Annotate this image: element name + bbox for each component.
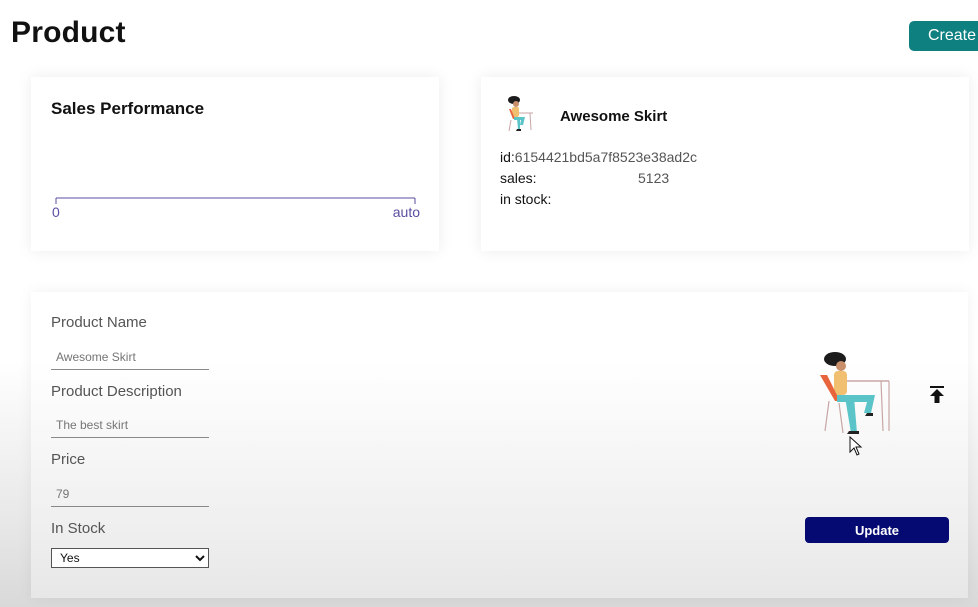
product-name-heading: Awesome Skirt bbox=[560, 108, 668, 125]
x-tick-label-end: auto bbox=[393, 204, 420, 220]
stock-label: in stock: bbox=[500, 191, 552, 207]
product-edit-form: Product Name Product Description Price I… bbox=[31, 292, 968, 598]
product-stock-row: in stock: bbox=[500, 191, 551, 207]
mouse-cursor-icon bbox=[849, 436, 863, 456]
product-info-card: Awesome Skirt id:6154421bd5a7f8523e38ad2… bbox=[481, 77, 969, 251]
person-at-desk-icon bbox=[820, 352, 890, 434]
upload-icon[interactable] bbox=[929, 386, 945, 404]
update-button[interactable]: Update bbox=[805, 517, 949, 543]
page-title: Product bbox=[11, 16, 126, 49]
in-stock-label: In Stock bbox=[51, 520, 106, 537]
price-input[interactable] bbox=[51, 481, 209, 507]
product-description-label: Product Description bbox=[51, 383, 182, 400]
product-name-label: Product Name bbox=[51, 314, 147, 331]
product-id-row: id:6154421bd5a7f8523e38ad2c bbox=[500, 149, 697, 165]
id-value: 6154421bd5a7f8523e38ad2c bbox=[514, 149, 697, 165]
sales-label: sales: bbox=[500, 170, 537, 186]
sales-performance-card: Sales Performance 0 auto bbox=[31, 77, 439, 251]
price-label: Price bbox=[51, 451, 86, 468]
product-description-input[interactable] bbox=[51, 412, 209, 438]
sales-chart: 0 auto bbox=[52, 197, 420, 220]
sales-value: 5123 bbox=[638, 170, 670, 186]
person-at-desk-icon bbox=[508, 96, 533, 132]
product-name-input[interactable] bbox=[51, 344, 209, 370]
x-tick-label-start: 0 bbox=[52, 204, 60, 220]
create-button[interactable]: Create bbox=[909, 21, 978, 51]
in-stock-select[interactable]: Yes bbox=[51, 548, 209, 568]
product-sales-row: sales: 5123 bbox=[500, 170, 700, 186]
id-label: id: bbox=[500, 149, 515, 165]
product-page: Product Create Sales Performance 0 auto … bbox=[0, 0, 978, 607]
